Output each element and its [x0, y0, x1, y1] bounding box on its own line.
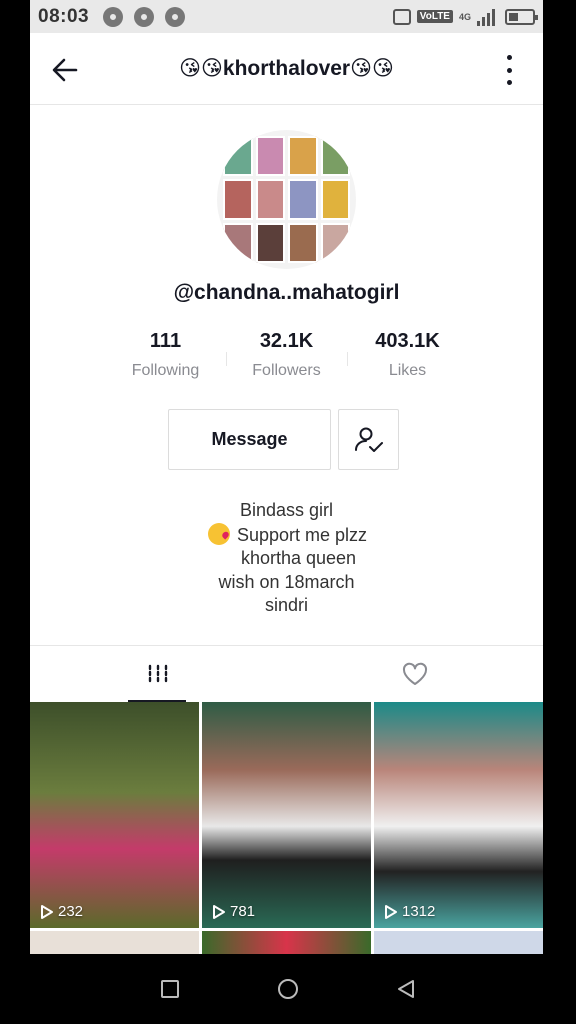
back-icon[interactable] [395, 978, 417, 1000]
user-check-icon [354, 427, 383, 452]
stat-value: 403.1K [375, 330, 440, 352]
video-thumbnail[interactable] [30, 931, 199, 954]
chrome-icon [165, 6, 186, 27]
video-thumbnail[interactable]: 781 [202, 702, 371, 928]
bio-line: Support me plzz [236, 524, 368, 545]
back-arrow-icon [52, 58, 78, 82]
system-navigation-bar [0, 954, 576, 1024]
view-count-value: 232 [58, 903, 84, 920]
grid-icon [149, 664, 168, 684]
bio-line-emoji: Support me plzz [30, 522, 543, 548]
vibrate-icon [392, 8, 411, 25]
page-title: 😘😘khorthalover😘😘 [179, 57, 394, 80]
bio-line: Bindass girl [239, 500, 334, 520]
play-icon [385, 904, 397, 919]
bio-line: khortha queen [240, 548, 357, 568]
battery-icon [505, 8, 538, 25]
video-grid: 232 781 1312 [30, 702, 543, 954]
back-button[interactable] [50, 55, 80, 85]
header: 😘😘khorthalover😘😘 [30, 33, 543, 105]
profile-screen: 😘😘khorthalover😘😘 @chandna..mahatogirl 11… [30, 33, 543, 954]
profile-stats: 111 Following 32.1K Followers 403.1K Lik… [105, 330, 468, 380]
following-button[interactable] [338, 409, 399, 470]
stat-label: Following [131, 362, 200, 379]
more-options-button[interactable] [505, 55, 513, 85]
bio-line: sindri [264, 595, 308, 615]
signal-icon [477, 8, 495, 26]
tab-liked[interactable] [287, 646, 544, 702]
view-count: 232 [40, 903, 83, 920]
play-icon [41, 904, 53, 919]
status-bar: 08:03 VoLTE 4G [30, 0, 543, 33]
kiss-emoji-icon [207, 522, 230, 545]
view-count: 781 [212, 903, 255, 920]
stat-followers[interactable]: 32.1K Followers [226, 330, 347, 380]
view-count-value: 1312 [402, 903, 436, 920]
bio: Bindass girl Support me plzz khortha que… [30, 499, 543, 618]
tab-videos[interactable] [30, 646, 287, 702]
bio-line: wish on 18march [218, 571, 355, 592]
message-button[interactable]: Message [168, 409, 331, 470]
video-thumbnail[interactable]: 1312 [374, 702, 543, 928]
stat-following[interactable]: 111 Following [105, 330, 226, 380]
video-thumbnail[interactable] [202, 931, 371, 954]
status-time: 08:03 [38, 5, 90, 27]
volte-badge: VoLTE [416, 10, 453, 23]
view-count: 1312 [384, 903, 435, 920]
username: @chandna..mahatogirl [173, 281, 400, 304]
stat-label: Likes [388, 362, 427, 379]
stat-value: 111 [149, 330, 182, 352]
profile-tabs [30, 645, 543, 702]
view-count-value: 781 [230, 903, 256, 920]
status-indicators: VoLTE 4G [392, 8, 538, 26]
home-icon[interactable] [276, 977, 300, 1001]
avatar[interactable] [217, 130, 356, 269]
stat-value: 32.1K [259, 330, 314, 352]
video-thumbnail[interactable] [374, 931, 543, 954]
stat-likes: 403.1K Likes [347, 330, 468, 380]
play-icon [213, 904, 225, 919]
video-thumbnail[interactable]: 232 [30, 702, 199, 928]
chrome-icon [103, 6, 124, 27]
heart-icon [402, 662, 427, 685]
stat-label: Followers [252, 362, 321, 379]
network-type-label: 4G [458, 11, 471, 22]
recent-apps-icon[interactable] [159, 978, 181, 1000]
chrome-icon [134, 6, 155, 27]
